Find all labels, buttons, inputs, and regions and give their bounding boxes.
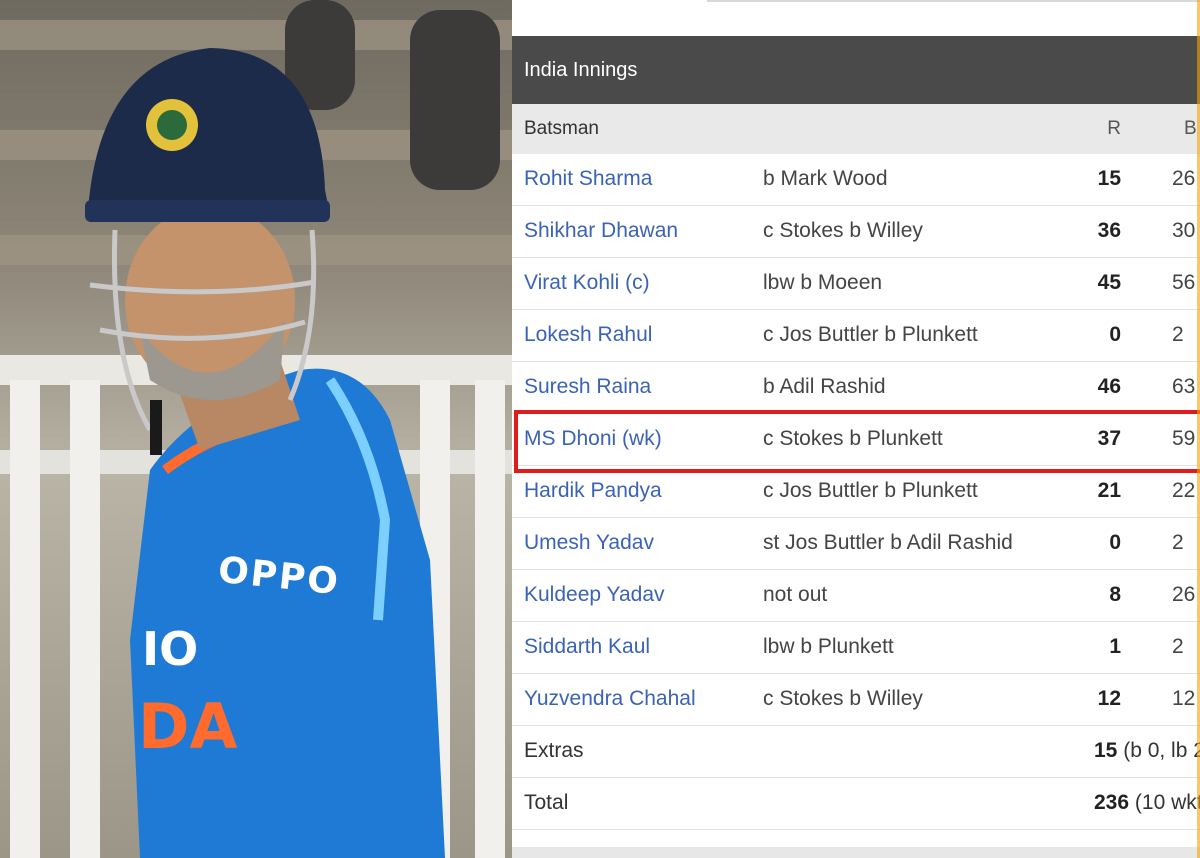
runs-value: 8 — [1109, 583, 1121, 606]
dismissal-text: lbw b Moeen — [763, 271, 883, 294]
player-photo: OPPO IO DA — [0, 0, 512, 858]
batsman-name-link[interactable]: Yuzvendra Chahal — [524, 674, 696, 724]
balls-value: 26 — [1172, 583, 1196, 606]
balls-value: 12 — [1172, 687, 1196, 710]
dismissal-text: lbw b Plunkett — [763, 635, 894, 658]
dismissal-text: c Jos Buttler b Plunkett — [763, 479, 978, 502]
batsman-name-link[interactable]: Umesh Yadav — [524, 518, 654, 568]
balls-value: 63 — [1172, 375, 1196, 398]
batsman-name-link[interactable]: Hardik Pandya — [524, 466, 662, 516]
batsman-name-link[interactable]: Rohit Sharma — [524, 154, 652, 204]
batsman-name-link[interactable]: Suresh Raina — [524, 362, 651, 412]
jersey-lettering: IO — [142, 622, 199, 676]
runs-value: 46 — [1097, 375, 1121, 398]
runs-value: 1 — [1109, 635, 1121, 658]
dismissal-text: st Jos Buttler b Adil Rashid — [763, 531, 1013, 554]
batsman-row: Kuldeep Yadav not out 8 26 — [512, 570, 1200, 622]
batsman-row: Suresh Raina b Adil Rashid 46 63 — [512, 362, 1200, 414]
batsman-row: Hardik Pandya c Jos Buttler b Plunkett 2… — [512, 466, 1200, 518]
runs-value: 0 — [1109, 531, 1121, 554]
jersey-lettering: DA — [138, 690, 238, 763]
dismissal-text: c Stokes b Willey — [763, 687, 923, 710]
batsman-row: Rohit Sharma b Mark Wood 15 26 — [512, 154, 1200, 206]
batsman-row: Lokesh Rahul c Jos Buttler b Plunkett 0 … — [512, 310, 1200, 362]
dismissal-text: c Jos Buttler b Plunkett — [763, 323, 978, 346]
column-header-row: Batsman R B — [512, 104, 1200, 154]
runs-value: 15 — [1097, 167, 1121, 190]
runs-column-header: R — [1107, 118, 1121, 139]
batsman-name-link[interactable]: Kuldeep Yadav — [524, 570, 665, 620]
runs-value: 45 — [1097, 271, 1121, 294]
extras-value: 15 (b 0, lb 2 — [1094, 739, 1200, 762]
balls-value: 2 — [1172, 531, 1184, 554]
balls-column-header: B — [1184, 118, 1197, 139]
balls-value: 2 — [1172, 635, 1184, 658]
batsman-name-link[interactable]: Lokesh Rahul — [524, 310, 652, 360]
batsman-row: Umesh Yadav st Jos Buttler b Adil Rashid… — [512, 518, 1200, 570]
runs-value: 21 — [1097, 479, 1121, 502]
dismissal-text: c Stokes b Willey — [763, 219, 923, 242]
dismissal-text: b Mark Wood — [763, 167, 888, 190]
balls-value: 22 — [1172, 479, 1196, 502]
player-figure — [85, 48, 445, 858]
batsman-column-header: Batsman — [524, 118, 599, 139]
innings-title: India Innings — [512, 36, 1200, 104]
dismissal-text: not out — [763, 583, 828, 606]
divider — [512, 847, 1200, 858]
dismissal-text: b Adil Rashid — [763, 375, 886, 398]
batsman-name-link[interactable]: Virat Kohli (c) — [524, 258, 650, 308]
extras-label: Extras — [524, 739, 584, 762]
scorecard-panel: India Innings Batsman R B Rohit Sharma b… — [512, 0, 1200, 858]
runs-value: 12 — [1097, 687, 1121, 710]
divider — [707, 0, 1200, 2]
total-value: 236 (10 wkts — [1094, 791, 1200, 814]
batsman-name-link[interactable]: Shikhar Dhawan — [524, 206, 678, 256]
batsman-row: Yuzvendra Chahal c Stokes b Willey 12 12 — [512, 674, 1200, 726]
total-row: Total 236 (10 wkts — [512, 778, 1200, 830]
balls-value: 30 — [1172, 219, 1196, 242]
runs-value: 36 — [1097, 219, 1121, 242]
total-label: Total — [524, 791, 569, 814]
runs-value: 0 — [1109, 323, 1121, 346]
highlight-box — [514, 410, 1200, 473]
batsman-row: Siddarth Kaul lbw b Plunkett 1 2 — [512, 622, 1200, 674]
batsman-row: Shikhar Dhawan c Stokes b Willey 36 30 — [512, 206, 1200, 258]
balls-value: 56 — [1172, 271, 1196, 294]
balls-value: 26 — [1172, 167, 1196, 190]
batsman-name-link[interactable]: Siddarth Kaul — [524, 622, 650, 672]
batsman-row: Virat Kohli (c) lbw b Moeen 45 56 — [512, 258, 1200, 310]
extras-row: Extras 15 (b 0, lb 2 — [512, 726, 1200, 778]
balls-value: 2 — [1172, 323, 1184, 346]
